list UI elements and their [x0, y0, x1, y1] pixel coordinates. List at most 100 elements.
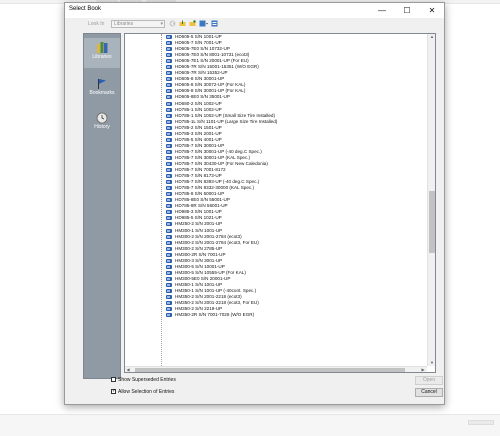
book-icon [166, 41, 172, 46]
back-arrow-icon [169, 20, 175, 27]
sidebar-item-history[interactable]: History [84, 112, 120, 138]
book-icon [166, 307, 172, 312]
book-icon [166, 125, 172, 130]
list-item-label: HD785-8E0 S/N 55001-UP [175, 197, 230, 203]
vertical-scrollbar[interactable]: ▲ ▼ [427, 34, 435, 366]
book-icon [166, 71, 172, 76]
book-icon [166, 89, 172, 94]
list-item-label: HD785-7 S/N 8173-UP [175, 173, 222, 179]
book-icon [166, 222, 172, 227]
view-menu-button[interactable] [198, 20, 208, 28]
book-icon [166, 65, 172, 70]
book-icon [166, 101, 172, 106]
allow-selection-label: Allow Selection of Entries [118, 389, 175, 395]
book-icon [166, 113, 172, 118]
list-item-label: HM350-2R S/N 7001-7026 (W/O EGR) [175, 312, 255, 318]
book-icon [166, 192, 172, 197]
tree-connector-line [161, 34, 162, 366]
book-icon [166, 210, 172, 215]
book-icon [166, 276, 172, 281]
list-item-label: HD785-7 S/N 30001-UP [175, 142, 225, 148]
horizontal-scrollbar[interactable]: ◀ ▶ [125, 366, 427, 372]
book-list[interactable]: HD605-5 S/N 1001-UP HD605-7 S/N 7001-UP HD… [124, 33, 436, 373]
scroll-left-arrow-icon[interactable]: ◀ [125, 367, 131, 372]
open-button[interactable]: Open [415, 376, 443, 385]
sidebar-item-libraries[interactable]: Libraries [84, 38, 120, 68]
up-folder-button[interactable] [178, 20, 186, 28]
show-superseded-checkbox[interactable]: Show Superseded Entries [111, 377, 176, 383]
list-item-label: HD785-7 S/N 8332-30000 (KAL Spec.) [175, 185, 254, 191]
places-sidebar: Libraries Bookmarks History [83, 33, 121, 379]
book-icon [166, 53, 172, 58]
allow-selection-checkbox[interactable]: Allow Selection of Entries [111, 388, 175, 395]
dialog-title: Select Book [69, 6, 102, 12]
look-in-dropdown[interactable]: Libraries ▾ [111, 20, 165, 28]
sidebar-item-label: History [94, 124, 110, 130]
list-item-label: HM300-2R S/N 7001-UP [175, 251, 226, 257]
list-item-label: HD785-2 S/N 1501-UP [175, 124, 222, 130]
book-icon [166, 270, 172, 275]
scroll-up-arrow-icon[interactable]: ▲ [428, 34, 435, 40]
list-item-label: HD680-2 S/N 1002-UP [175, 100, 222, 106]
show-superseded-label: Show Superseded Entries [118, 377, 176, 383]
title-bar: Select Book — ☐ ✕ [65, 3, 444, 18]
list-item-label: HD605-8 S/N 30072-UP (For KAL) [175, 82, 246, 88]
book-icon [166, 155, 172, 160]
close-button[interactable]: ✕ [420, 3, 444, 18]
clock-icon [96, 112, 108, 124]
list-item-label: HD605-7E1 S/N 20001-UP (For EU) [175, 58, 249, 64]
book-icon [166, 137, 172, 142]
background-field [468, 420, 494, 425]
list-item-label: HM300-5 S/N 10001-UP [175, 263, 225, 269]
new-folder-button[interactable] [188, 20, 196, 28]
book-icon [166, 180, 172, 185]
list-item-label: HD605-8 S/N 30001-UP (For KAL) [175, 88, 246, 94]
book-icon [166, 168, 172, 173]
checkbox-box[interactable] [111, 388, 116, 395]
list-item-label: HD785-7 S/N 7001-8172 [175, 167, 226, 173]
book-icon [166, 264, 172, 269]
maximize-button[interactable]: ☐ [395, 3, 419, 18]
list-item-label: HD785-7 S/N 30001-UP (KAL Spec.) [175, 154, 251, 160]
book-icon [166, 35, 172, 39]
book-icon [166, 313, 172, 318]
scroll-down-arrow-icon[interactable]: ▼ [428, 360, 435, 366]
scroll-right-arrow-icon[interactable]: ▶ [420, 367, 426, 372]
minimize-button[interactable]: — [370, 3, 394, 18]
background-status-band [0, 414, 500, 436]
chevron-down-icon: ▾ [160, 21, 163, 27]
sidebar-item-bookmarks[interactable]: Bookmarks [84, 78, 120, 104]
list-item-label: HM300-2 S/N 2001-2784 (ecot3, For EU) [175, 239, 259, 245]
list-item-label: HM300-1 S/N 1001-UP [175, 227, 223, 233]
up-folder-icon [179, 20, 185, 26]
back-button[interactable] [168, 20, 176, 28]
book-icon [166, 83, 172, 88]
list-item-label: HM350-2 S/N 2001-2218 (ecot3) [175, 294, 242, 300]
flag-icon [98, 79, 106, 89]
vertical-scroll-thumb[interactable] [429, 191, 435, 253]
new-folder-icon [189, 20, 196, 26]
book-icon [166, 131, 172, 136]
book-icon [166, 282, 172, 287]
book-icon [166, 95, 172, 100]
list-item-label: HD785-7 S/N 30430-UP (For New Caledonia) [175, 160, 268, 166]
list-item-label: HD785-1L S/N 1101-UP (Large Size Tire In… [175, 118, 278, 124]
checkbox-box[interactable] [111, 377, 116, 383]
book-icon [166, 174, 172, 179]
book-icon [166, 216, 172, 221]
details-view-icon [211, 20, 217, 27]
list-item-label: HD605-7R S/N 15352-UP [175, 70, 228, 76]
list-item-label: HM350-1 S/N 1001-UP [175, 281, 223, 287]
list-item-label: HD605-7 S/N 7001-UP [175, 40, 222, 46]
book-list-rows: HD605-5 S/N 1001-UP HD605-7 S/N 7001-UP HD… [163, 34, 277, 318]
horizontal-scroll-thumb[interactable] [135, 368, 405, 372]
list-item-label: HD785-1 S/N 1002-UP [175, 106, 222, 112]
list-item-label: HD985-3 S/N 1001-UP [175, 209, 222, 215]
list-item-label: HD785-5 S/N 4001-UP [175, 136, 222, 142]
book-icon [166, 149, 172, 154]
look-in-value: Libraries [114, 21, 134, 27]
list-item[interactable]: HM350-2R S/N 7001-7026 (W/O EGR) [163, 312, 277, 318]
book-icon [166, 240, 172, 245]
cancel-button[interactable]: Cancel [415, 388, 443, 397]
details-view-button[interactable] [210, 20, 218, 28]
